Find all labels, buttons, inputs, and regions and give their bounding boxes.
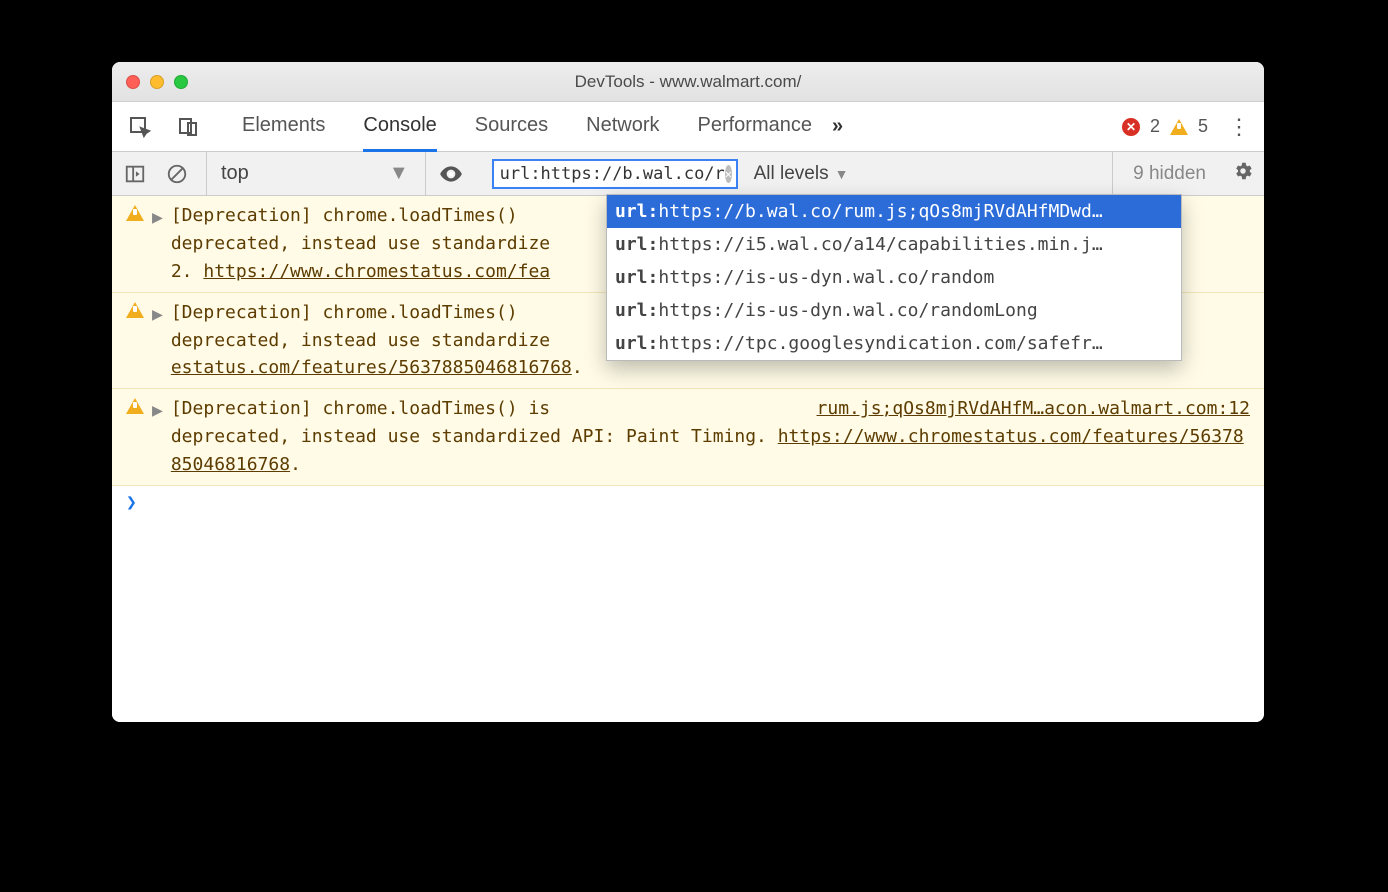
zoom-window-button[interactable]: [174, 75, 188, 89]
autocomplete-option[interactable]: url:https://b.wal.co/rum.js;qOs8mjRVdAHf…: [607, 195, 1181, 228]
close-window-button[interactable]: [126, 75, 140, 89]
inspect-element-icon[interactable]: [126, 113, 154, 141]
tab-console[interactable]: Console: [363, 102, 436, 152]
warning-icon: [1170, 119, 1188, 135]
settings-menu-button[interactable]: ⋮: [1228, 114, 1250, 140]
message-body: rum.js;qOs8mjRVdAHfM…acon.walmart.com:12…: [171, 395, 1250, 479]
main-toolbar: Elements Console Sources Network Perform…: [112, 102, 1264, 152]
clear-console-icon[interactable]: [164, 161, 190, 187]
filter-autocomplete: url:https://b.wal.co/rum.js;qOs8mjRVdAHf…: [606, 194, 1182, 361]
message-link[interactable]: estatus.com/features/5637885046816768: [171, 357, 572, 378]
tab-sources[interactable]: Sources: [475, 102, 548, 151]
context-value: top: [221, 162, 249, 185]
live-expression-icon[interactable]: [425, 152, 476, 195]
hidden-messages-count[interactable]: 9 hidden: [1112, 152, 1216, 195]
autocomplete-option[interactable]: url:https://is-us-dyn.wal.co/randomLong: [607, 294, 1181, 327]
console-toolbar: top ▼ url:https://b.wal.co/r ✕ All level…: [112, 152, 1264, 196]
autocomplete-option[interactable]: url:https://tpc.googlesyndication.com/sa…: [607, 327, 1181, 360]
expand-icon[interactable]: ▶: [152, 397, 163, 479]
levels-label: All levels: [754, 163, 829, 185]
error-count: 2: [1150, 116, 1160, 137]
warning-icon: [126, 398, 144, 414]
message-source-link[interactable]: rum.js;qOs8mjRVdAHfM…acon.walmart.com:12: [817, 395, 1250, 423]
titlebar: DevTools - www.walmart.com/: [112, 62, 1264, 102]
toggle-sidebar-icon[interactable]: [122, 161, 148, 187]
console-settings-icon[interactable]: [1232, 160, 1254, 187]
issue-counts[interactable]: ✕ 2 5: [1122, 116, 1208, 137]
filter-input[interactable]: url:https://b.wal.co/r ✕: [492, 159, 738, 189]
autocomplete-option[interactable]: url:https://i5.wal.co/a14/capabilities.m…: [607, 228, 1181, 261]
chevron-down-icon: ▼: [389, 162, 409, 185]
window-controls: [126, 75, 188, 89]
devtools-window: DevTools - www.walmart.com/ Elements Con…: [112, 62, 1264, 722]
clear-filter-icon[interactable]: ✕: [725, 165, 732, 183]
execution-context-select[interactable]: top ▼: [206, 152, 409, 195]
error-icon: ✕: [1122, 118, 1140, 136]
log-levels-select[interactable]: All levels ▼: [754, 163, 849, 185]
toggle-device-icon[interactable]: [174, 113, 202, 141]
panel-tabs: Elements Console Sources Network Perform…: [242, 102, 812, 151]
expand-icon[interactable]: ▶: [152, 204, 163, 286]
window-title: DevTools - www.walmart.com/: [575, 72, 802, 92]
expand-icon[interactable]: ▶: [152, 301, 163, 383]
warning-count: 5: [1198, 116, 1208, 137]
tabs-overflow-button[interactable]: »: [832, 115, 843, 138]
message-link[interactable]: https://www.chromestatus.com/fea: [203, 261, 550, 282]
tab-elements[interactable]: Elements: [242, 102, 325, 151]
autocomplete-option[interactable]: url:https://is-us-dyn.wal.co/random: [607, 261, 1181, 294]
console-warning-row[interactable]: ▶ rum.js;qOs8mjRVdAHfM…acon.walmart.com:…: [112, 389, 1264, 486]
tab-performance[interactable]: Performance: [698, 102, 813, 151]
console-prompt[interactable]: ❯: [112, 486, 1264, 519]
tab-network[interactable]: Network: [586, 102, 659, 151]
filter-text: url:https://b.wal.co/r: [500, 164, 725, 184]
minimize-window-button[interactable]: [150, 75, 164, 89]
chevron-down-icon: ▼: [835, 166, 849, 182]
warning-icon: [126, 302, 144, 318]
warning-icon: [126, 205, 144, 221]
